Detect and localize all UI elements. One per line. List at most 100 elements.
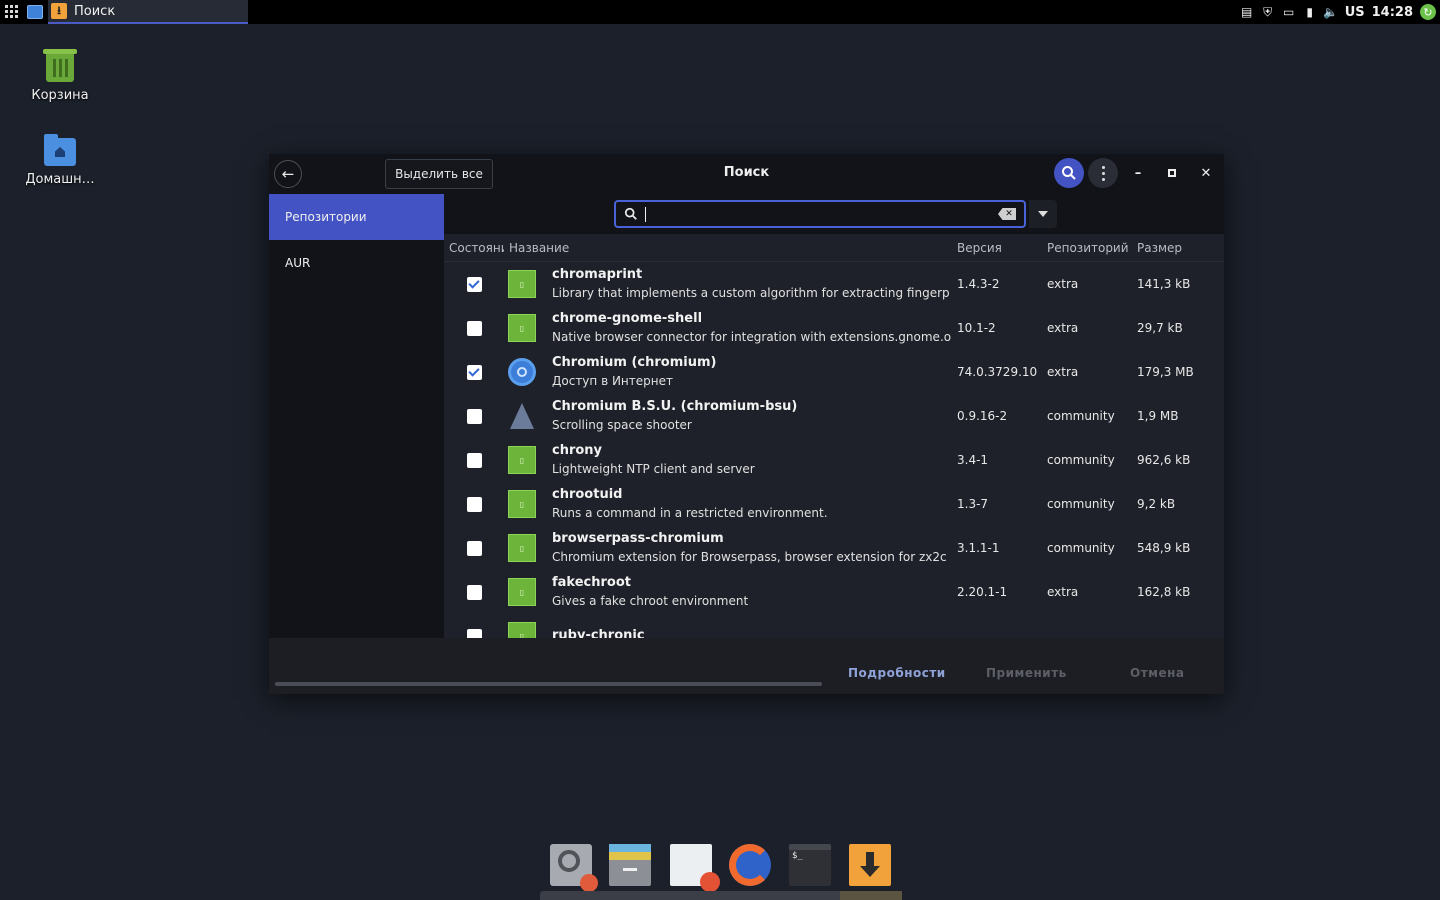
package-icon: ▯ xyxy=(508,314,536,342)
apps-menu-icon[interactable] xyxy=(5,5,19,19)
package-manager-icon[interactable] xyxy=(849,844,891,886)
package-repo: community xyxy=(1047,497,1115,511)
package-name: ruby-chronic xyxy=(552,628,645,638)
package-repo: community xyxy=(1047,453,1115,467)
screen-icon[interactable]: ▭ xyxy=(1282,5,1296,19)
name-cell: Chromium (chromium) Доступ в Интернет xyxy=(536,354,952,390)
name-cell: ruby-chronic xyxy=(536,627,952,638)
install-checkbox[interactable] xyxy=(466,584,482,600)
arrow-left-icon: ← xyxy=(281,165,295,183)
terminal-icon[interactable]: $_ xyxy=(789,844,831,886)
apply-button[interactable]: Применить xyxy=(986,666,1067,680)
package-description: Runs a command in a restricted environme… xyxy=(552,506,828,520)
install-checkbox[interactable] xyxy=(466,452,482,468)
volume-icon[interactable]: 🔈 xyxy=(1323,5,1338,19)
menu-button[interactable] xyxy=(1088,158,1118,188)
text-editor-icon[interactable] xyxy=(670,844,720,892)
package-icon: ▯ xyxy=(508,578,536,606)
desktop-icon-label: Корзина xyxy=(31,88,89,103)
install-checkbox[interactable] xyxy=(466,320,482,336)
package-repo: community xyxy=(1047,541,1115,555)
package-size: 548,9 kB xyxy=(1137,541,1191,555)
package-icon: ▯ xyxy=(508,534,536,562)
column-header-version[interactable]: Версия xyxy=(952,241,1042,255)
package-description: Доступ в Интернет xyxy=(552,374,673,388)
package-icon: ▯ xyxy=(508,270,536,298)
install-checkbox[interactable] xyxy=(466,364,482,380)
state-cell xyxy=(444,496,504,512)
name-cell: chrootuid Runs a command in a restricted … xyxy=(536,486,952,522)
install-checkbox[interactable] xyxy=(466,628,482,638)
column-header-state[interactable]: Состояние xyxy=(444,241,504,255)
install-checkbox[interactable] xyxy=(466,496,482,512)
clipboard-icon[interactable]: ▤ xyxy=(1240,5,1254,19)
column-header-size[interactable]: Размер xyxy=(1132,241,1222,255)
show-desktop-icon[interactable] xyxy=(27,5,43,19)
install-checkbox[interactable] xyxy=(466,408,482,424)
table-header: Состояние Название Версия Репозиторий Ра… xyxy=(444,234,1224,262)
package-repo: extra xyxy=(1047,277,1079,291)
footer: Подробности Применить Отмена xyxy=(269,638,1224,694)
package-list: ▯ chromaprint Library that implements a cu… xyxy=(444,262,1224,638)
table-row[interactable]: Chromium B.S.U. (chromium-bsu) Scrolling … xyxy=(444,394,1224,438)
package-description: Library that implements a custom algorit… xyxy=(552,286,950,300)
shield-icon[interactable]: ⛨ xyxy=(1261,5,1275,19)
table-row[interactable]: Chromium (chromium) Доступ в Интернет 74.0… xyxy=(444,350,1224,394)
package-size: 141,3 kB xyxy=(1137,277,1191,291)
package-manager-icon: ⭳ xyxy=(51,3,67,19)
table-row[interactable]: ▯ chrootuid Runs a command in a restricted… xyxy=(444,482,1224,526)
firefox-icon[interactable] xyxy=(729,844,771,886)
search-options-dropdown[interactable] xyxy=(1029,200,1057,228)
sidebar: Репозитории AUR xyxy=(269,194,444,638)
sidebar-item-repositories[interactable]: Репозитории xyxy=(269,194,444,240)
package-size: 9,2 kB xyxy=(1137,497,1176,511)
package-size: 179,3 MB xyxy=(1137,365,1194,379)
maximize-button[interactable] xyxy=(1161,162,1183,184)
search-toggle-button[interactable] xyxy=(1054,158,1084,188)
minimize-button[interactable]: – xyxy=(1127,162,1149,184)
updates-icon[interactable]: ↻ xyxy=(1420,4,1436,20)
column-header-repo[interactable]: Репозиторий xyxy=(1042,241,1132,255)
table-row[interactable]: ▯ fakechroot Gives a fake chroot environme… xyxy=(444,570,1224,614)
clear-text-icon[interactable]: ✕ xyxy=(998,208,1016,220)
state-cell xyxy=(444,628,504,638)
table-row[interactable]: ▯ browserpass-chromium Chromium extension … xyxy=(444,526,1224,570)
cancel-button[interactable]: Отмена xyxy=(1130,666,1185,680)
select-all-button[interactable]: Выделить все xyxy=(385,159,493,189)
system-tray: ▤ ⛨ ▭ ▮ 🔈 US 14:28 ↻ xyxy=(1240,0,1436,24)
state-cell xyxy=(444,408,504,424)
table-row[interactable]: ▯ chrome-gnome-shell Native browser connec… xyxy=(444,306,1224,350)
state-cell xyxy=(444,364,504,380)
horizontal-scrollbar[interactable] xyxy=(275,682,822,686)
close-button[interactable]: ✕ xyxy=(1195,162,1217,184)
desktop-icon-home[interactable]: Домашн… xyxy=(10,134,110,187)
sidebar-item-aur[interactable]: AUR xyxy=(269,240,444,286)
file-manager-icon[interactable] xyxy=(609,844,651,886)
column-header-name[interactable]: Название xyxy=(504,241,952,255)
table-row[interactable]: ▯ chromaprint Library that implements a cu… xyxy=(444,262,1224,306)
desktop-icon-trash[interactable]: Корзина xyxy=(10,49,110,103)
package-repo: extra xyxy=(1047,585,1079,599)
battery-icon[interactable]: ▮ xyxy=(1303,5,1317,19)
text-cursor xyxy=(645,207,646,222)
keyboard-layout[interactable]: US xyxy=(1345,5,1365,20)
back-button[interactable]: ← xyxy=(274,160,302,188)
install-checkbox[interactable] xyxy=(466,540,482,556)
table-row[interactable]: ▯ chrony Lightweight NTP client and server… xyxy=(444,438,1224,482)
maximize-icon xyxy=(1168,169,1176,177)
taskbar-item-search[interactable]: ⭳ Поиск xyxy=(48,0,248,24)
package-description: Lightweight NTP client and server xyxy=(552,462,755,476)
search-input[interactable]: ✕ xyxy=(614,200,1026,228)
state-cell xyxy=(444,276,504,292)
package-version: 3.1.1-1 xyxy=(957,541,1000,555)
dock-bar xyxy=(540,891,902,900)
table-row[interactable]: ▯ ruby-chronic xyxy=(444,614,1224,638)
disk-utility-icon[interactable] xyxy=(550,844,598,892)
clock[interactable]: 14:28 xyxy=(1372,5,1413,20)
name-cell: Chromium B.S.U. (chromium-bsu) Scrolling … xyxy=(536,398,952,434)
package-name: Chromium B.S.U. (chromium-bsu) xyxy=(552,399,798,414)
install-checkbox[interactable] xyxy=(466,276,482,292)
package-repo: community xyxy=(1047,409,1115,423)
details-button[interactable]: Подробности xyxy=(848,666,946,680)
state-cell xyxy=(444,452,504,468)
